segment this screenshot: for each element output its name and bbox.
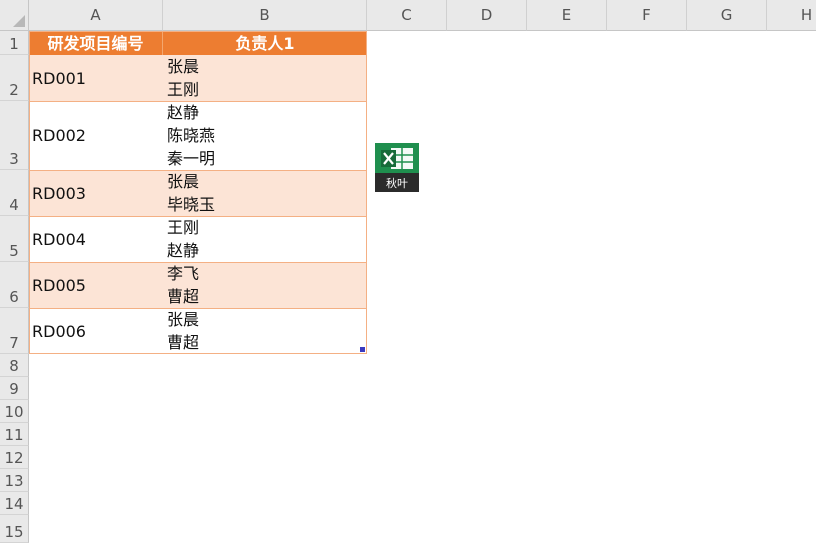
- excel-logo-graphic: [381, 148, 413, 169]
- row-header-14[interactable]: 14: [0, 492, 29, 515]
- column-header-e[interactable]: E: [527, 0, 607, 31]
- owner-name: 秦一明: [167, 149, 216, 168]
- table-cell-id[interactable]: RD006: [29, 308, 163, 354]
- table-cell-owners[interactable]: 张晨 王刚: [163, 55, 367, 101]
- table-cell-owners[interactable]: 张晨 毕晓玉: [163, 170, 367, 216]
- owner-name: 赵静: [167, 103, 200, 122]
- owner-name: 毕晓玉: [167, 195, 216, 214]
- owner-name: 张晨: [167, 57, 200, 76]
- table-cell-id[interactable]: RD001: [29, 55, 163, 101]
- row-header-7[interactable]: 7: [0, 308, 29, 354]
- row-header-15[interactable]: 15: [0, 515, 29, 543]
- owner-name: 王刚: [167, 218, 200, 237]
- table-cell-owners[interactable]: 赵静 陈晓燕 秦一明: [163, 101, 367, 170]
- table-header-project-id[interactable]: 研发项目编号: [29, 31, 163, 55]
- row-header-2[interactable]: 2: [0, 55, 29, 101]
- row-header-5[interactable]: 5: [0, 216, 29, 262]
- row-header-4[interactable]: 4: [0, 170, 29, 216]
- table-row-divider: [29, 308, 367, 309]
- row-header-1[interactable]: 1: [0, 31, 29, 55]
- owner-name: 王刚: [167, 80, 200, 99]
- row-header-12[interactable]: 12: [0, 446, 29, 469]
- table-header-owner[interactable]: 负责人1: [163, 31, 367, 55]
- row-header-13[interactable]: 13: [0, 469, 29, 492]
- row-header-9[interactable]: 9: [0, 377, 29, 400]
- column-header-d[interactable]: D: [447, 0, 527, 31]
- column-header-a[interactable]: A: [29, 0, 163, 31]
- row-header-6[interactable]: 6: [0, 262, 29, 308]
- column-header-c[interactable]: C: [367, 0, 447, 31]
- table-cell-owners[interactable]: 张晨 曹超: [163, 308, 367, 354]
- owner-name: 曹超: [167, 333, 200, 352]
- column-header-b[interactable]: B: [163, 0, 367, 31]
- spreadsheet: A B C D E F G H 1 2 3 4 5 6 7 8 9 10 11 …: [0, 0, 816, 543]
- owner-name: 李飞: [167, 264, 200, 283]
- row-header-10[interactable]: 10: [0, 400, 29, 423]
- table-resize-handle[interactable]: [360, 347, 365, 352]
- row-header-11[interactable]: 11: [0, 423, 29, 446]
- table-cell-owners[interactable]: 李飞 曹超: [163, 262, 367, 308]
- table-cell-id[interactable]: RD002: [29, 101, 163, 170]
- row-header-8[interactable]: 8: [0, 354, 29, 377]
- badge-label: 秋叶: [375, 173, 419, 192]
- excel-icon: [375, 143, 419, 173]
- owner-name: 曹超: [167, 287, 200, 306]
- select-all-triangle-icon: [13, 15, 25, 27]
- table-cell-id[interactable]: RD004: [29, 216, 163, 262]
- owner-name: 张晨: [167, 310, 200, 329]
- table-row-divider: [29, 216, 367, 217]
- row-header-3[interactable]: 3: [0, 101, 29, 170]
- owner-name: 赵静: [167, 241, 200, 260]
- column-header-h[interactable]: H: [767, 0, 816, 31]
- table-row-divider: [29, 262, 367, 263]
- owner-name: 张晨: [167, 172, 200, 191]
- table-row-divider: [29, 170, 367, 171]
- owner-name: 陈晓燕: [167, 126, 216, 145]
- select-all-corner[interactable]: [0, 0, 29, 31]
- column-header-g[interactable]: G: [687, 0, 767, 31]
- table-cell-id[interactable]: RD005: [29, 262, 163, 308]
- excel-watermark-badge: 秋叶: [375, 143, 419, 192]
- table-cell-owners[interactable]: 王刚 赵静: [163, 216, 367, 262]
- table-cell-id[interactable]: RD003: [29, 170, 163, 216]
- table-row-divider: [29, 101, 367, 102]
- column-header-f[interactable]: F: [607, 0, 687, 31]
